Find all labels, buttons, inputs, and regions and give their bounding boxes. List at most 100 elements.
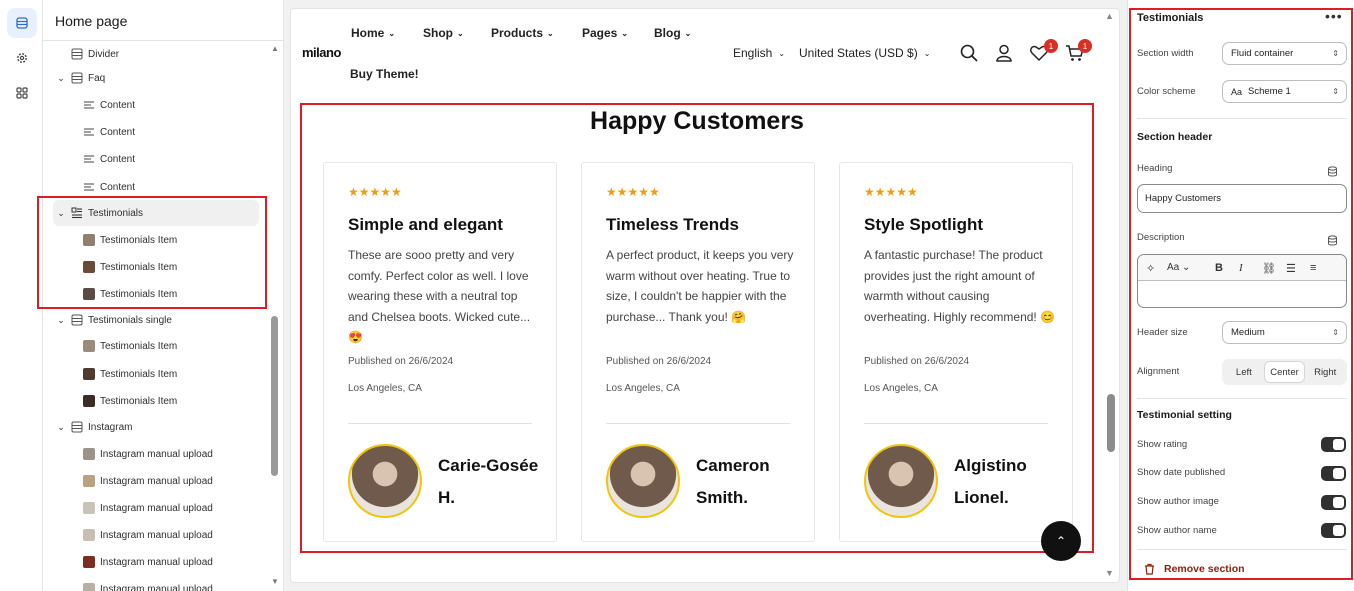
tree-section-row[interactable]: ⌄ Testimonials single — [43, 307, 271, 333]
chevron-down-icon: ⌄ — [547, 28, 554, 38]
preview-scrollbar[interactable] — [1107, 394, 1115, 452]
testimonial-title: Timeless Trends — [606, 215, 739, 234]
tree-row-label: Instagram manual upload — [100, 502, 213, 514]
account-icon[interactable] — [994, 43, 1014, 63]
language-selector[interactable]: English ⌄ — [733, 46, 785, 60]
image-thumbnail-icon — [83, 475, 95, 487]
image-thumbnail-icon — [83, 502, 95, 514]
testimonial-title: Simple and elegant — [348, 215, 503, 234]
search-icon[interactable] — [959, 43, 979, 63]
sidebar-scrollbar[interactable] — [271, 316, 278, 476]
section-icon — [71, 72, 83, 84]
preview-scroll-up-icon[interactable]: ▲ — [1105, 11, 1114, 21]
tree-section-row[interactable]: Divider — [43, 41, 271, 67]
published-date: Published on 26/6/2024 — [864, 356, 970, 367]
tree-row-label: Divider — [88, 48, 120, 60]
language-value: English — [733, 46, 773, 60]
rating-stars: ★★★★★ — [348, 185, 402, 199]
testimonial-title: Style Spotlight — [864, 215, 983, 234]
text-block-icon — [83, 99, 95, 111]
text-block-icon — [83, 181, 95, 193]
tree-row-label: Testimonials Item — [100, 395, 178, 407]
tree-row-label: Testimonials Item — [100, 340, 178, 352]
back-to-top-button[interactable]: ⌃ — [1041, 521, 1081, 561]
tree-section-row[interactable]: ⌄ Instagram — [43, 414, 271, 440]
nav-home[interactable]: Home ⌄ — [351, 26, 395, 40]
tree-block-row[interactable]: Testimonials Item — [43, 361, 271, 387]
section-icon — [71, 48, 83, 60]
author-name: Carie-Gosée H. — [438, 456, 539, 507]
tree-row-label: Content — [100, 126, 136, 138]
scroll-up-icon[interactable]: ▲ — [271, 44, 279, 53]
image-thumbnail-icon — [83, 556, 95, 568]
text-block-icon — [83, 126, 95, 138]
nav-blog[interactable]: Blog ⌄ — [654, 26, 691, 40]
image-thumbnail-icon — [83, 583, 95, 591]
image-thumbnail-icon — [83, 448, 95, 460]
author-location: Los Angeles, CA — [348, 383, 422, 394]
rating-stars: ★★★★★ — [606, 185, 660, 199]
tree-block-row[interactable]: Instagram manual upload — [43, 522, 271, 548]
image-thumbnail-icon — [83, 529, 95, 541]
chevron-down-icon: ⌄ — [457, 28, 464, 38]
tree-row-label: Content — [100, 181, 136, 193]
scroll-down-icon[interactable]: ▼ — [271, 577, 279, 586]
sections-icon[interactable] — [7, 8, 37, 38]
testimonial-card: ★★★★★ Style Spotlight A fantastic purcha… — [839, 162, 1073, 542]
image-thumbnail-icon — [83, 340, 95, 352]
text-block-icon — [83, 153, 95, 165]
tree-block-row[interactable]: Content — [43, 92, 271, 118]
chevron-down-icon[interactable]: ⌄ — [56, 73, 66, 83]
author-name: Cameron Smith. — [696, 456, 770, 507]
tree-block-row[interactable]: Instagram manual upload — [43, 576, 271, 591]
nav-pages-label: Pages — [582, 26, 618, 40]
tree-row-label: Testimonials Item — [100, 368, 178, 380]
card-divider — [606, 423, 790, 424]
tree-row-label: Instagram — [88, 421, 133, 433]
currency-selector[interactable]: United States (USD $) ⌄ — [799, 46, 930, 60]
nav-products[interactable]: Products ⌄ — [491, 26, 554, 40]
tree-block-row[interactable]: Instagram manual upload — [43, 441, 271, 467]
nav-home-label: Home — [351, 26, 385, 40]
apps-icon[interactable] — [7, 78, 37, 108]
nav-shop-label: Shop — [423, 26, 453, 40]
chevron-down-icon[interactable]: ⌄ — [56, 315, 66, 325]
tree-row-label: Instagram manual upload — [100, 529, 213, 541]
chevron-down-icon[interactable]: ⌄ — [56, 422, 66, 432]
testimonial-card: ★★★★★ Simple and elegant These are sooo … — [323, 162, 557, 542]
tree-row-label: Instagram manual upload — [100, 556, 213, 568]
testimonial-card: ★★★★★ Timeless Trends A perfect product,… — [581, 162, 815, 542]
rating-stars: ★★★★★ — [864, 185, 918, 199]
published-date: Published on 26/6/2024 — [348, 356, 454, 367]
section-icon — [71, 421, 83, 433]
nav-blog-label: Blog — [654, 26, 681, 40]
testimonial-text: A fantastic purchase! The product provid… — [864, 248, 1056, 324]
wishlist-badge: 1 — [1044, 39, 1058, 53]
testimonial-text: A perfect product, it keeps you very war… — [606, 248, 794, 324]
tree-block-row[interactable]: Content — [43, 119, 271, 145]
tree-row-label: Testimonials single — [88, 314, 172, 326]
settings-highlight — [1129, 8, 1353, 580]
tree-block-row[interactable]: Content — [43, 146, 271, 172]
section-icon — [71, 314, 83, 326]
image-thumbnail-icon — [83, 395, 95, 407]
nav-pages[interactable]: Pages ⌄ — [582, 26, 628, 40]
chevron-down-icon: ⌄ — [684, 28, 692, 38]
store-logo[interactable]: milano — [302, 45, 341, 60]
testimonial-text: These are sooo pretty and very comfy. Pe… — [348, 248, 531, 344]
nav-shop[interactable]: Shop ⌄ — [423, 26, 464, 40]
nav-products-label: Products — [491, 26, 544, 40]
cart-badge: 1 — [1078, 39, 1092, 53]
tree-block-row[interactable]: Testimonials Item — [43, 388, 271, 414]
chevron-up-icon: ⌃ — [1055, 534, 1067, 548]
tree-block-row[interactable]: Instagram manual upload — [43, 549, 271, 575]
preview-scroll-down-icon[interactable]: ▼ — [1105, 568, 1114, 578]
tree-block-row[interactable]: Instagram manual upload — [43, 468, 271, 494]
gear-icon[interactable] — [7, 43, 37, 73]
tree-block-row[interactable]: Instagram manual upload — [43, 495, 271, 521]
tree-row-label: Instagram manual upload — [100, 475, 213, 487]
buy-theme-link[interactable]: Buy Theme! — [350, 67, 419, 81]
tree-block-row[interactable]: Testimonials Item — [43, 333, 271, 359]
tree-section-row[interactable]: ⌄ Faq — [43, 65, 271, 91]
card-divider — [348, 423, 532, 424]
